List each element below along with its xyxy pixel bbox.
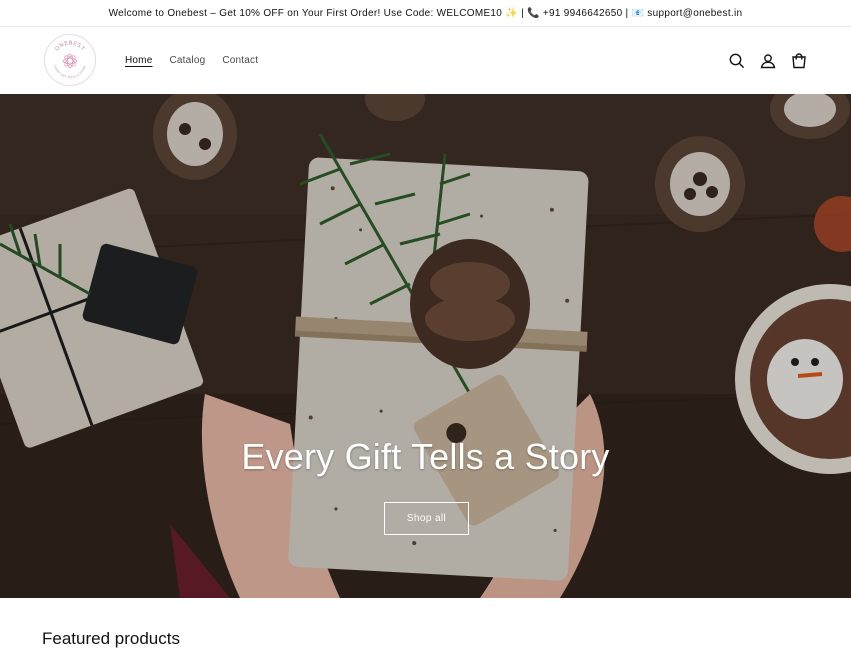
site-header: ONEBEST EVERY GIFT TELLS A STORY Home Ca…	[0, 27, 851, 94]
nav-link-home[interactable]: Home	[125, 55, 152, 66]
brand-logo[interactable]: ONEBEST EVERY GIFT TELLS A STORY	[44, 34, 96, 86]
hero-banner: Every Gift Tells a Story Shop all	[0, 94, 851, 598]
nav-link-catalog[interactable]: Catalog	[169, 55, 205, 66]
header-actions	[728, 27, 808, 94]
svg-text:EVERY GIFT TELLS A STORY: EVERY GIFT TELLS A STORY	[53, 65, 87, 80]
featured-products-heading: Featured products	[42, 629, 180, 648]
account-icon[interactable]	[759, 52, 777, 70]
hero-title: Every Gift Tells a Story	[241, 436, 610, 477]
logo-emblem: ONEBEST EVERY GIFT TELLS A STORY	[53, 41, 87, 80]
nav-link-contact[interactable]: Contact	[222, 55, 258, 66]
svg-text:ONEBEST: ONEBEST	[54, 41, 85, 53]
shop-all-button[interactable]: Shop all	[384, 502, 469, 535]
search-icon[interactable]	[728, 52, 746, 70]
announcement-text: Welcome to Onebest – Get 10% OFF on Your…	[108, 7, 743, 19]
announcement-bar: Welcome to Onebest – Get 10% OFF on Your…	[0, 0, 851, 27]
cart-icon[interactable]	[790, 52, 808, 70]
main-nav: Home Catalog Contact	[125, 27, 258, 94]
